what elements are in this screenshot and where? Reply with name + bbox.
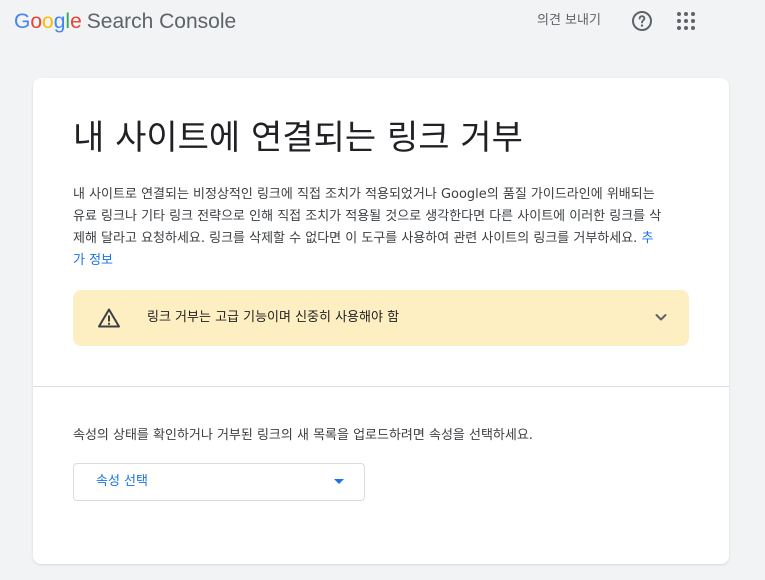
help-icon[interactable] xyxy=(630,9,654,33)
description-text: 내 사이트로 연결되는 비정상적인 링크에 직접 조치가 적용되었거나 Goog… xyxy=(73,187,662,246)
search-console-logo[interactable]: Google Search Console xyxy=(14,8,236,36)
page-description: 내 사이트로 연결되는 비정상적인 링크에 직접 조치가 적용되었거나 Goog… xyxy=(73,184,663,272)
send-feedback-link[interactable]: 의견 보내기 xyxy=(537,11,601,31)
logo-letter: o xyxy=(30,10,43,33)
product-name: Search Console xyxy=(86,10,237,33)
apps-grid-icon[interactable] xyxy=(674,9,698,33)
warning-banner[interactable]: 링크 거부는 고급 기능이며 신중히 사용해야 함 xyxy=(73,290,689,346)
logo-letter: e xyxy=(70,10,82,33)
app-header: Google Search Console 의견 보내기 xyxy=(0,0,765,44)
property-select-label: 속성 선택 xyxy=(96,474,148,489)
logo-letter: o xyxy=(42,10,54,33)
chevron-down-icon[interactable] xyxy=(651,307,671,327)
warning-text: 링크 거부는 고급 기능이며 신중히 사용해야 함 xyxy=(147,310,400,325)
page-title: 내 사이트에 연결되는 링크 거부 xyxy=(73,118,523,158)
disavow-card: 내 사이트에 연결되는 링크 거부 내 사이트로 연결되는 비정상적인 링크에 … xyxy=(33,78,729,564)
logo-letter: G xyxy=(14,10,31,33)
property-select[interactable]: 속성 선택 xyxy=(73,463,365,501)
section-divider xyxy=(33,386,729,387)
logo-letter: g xyxy=(53,10,66,33)
property-instruction: 속성의 상태를 확인하거나 거부된 링크의 새 목록을 업로드하려면 속성을 선… xyxy=(73,428,533,443)
warning-triangle-icon xyxy=(97,307,121,329)
google-wordmark: Google xyxy=(14,10,82,33)
dropdown-arrow-icon xyxy=(334,479,344,484)
